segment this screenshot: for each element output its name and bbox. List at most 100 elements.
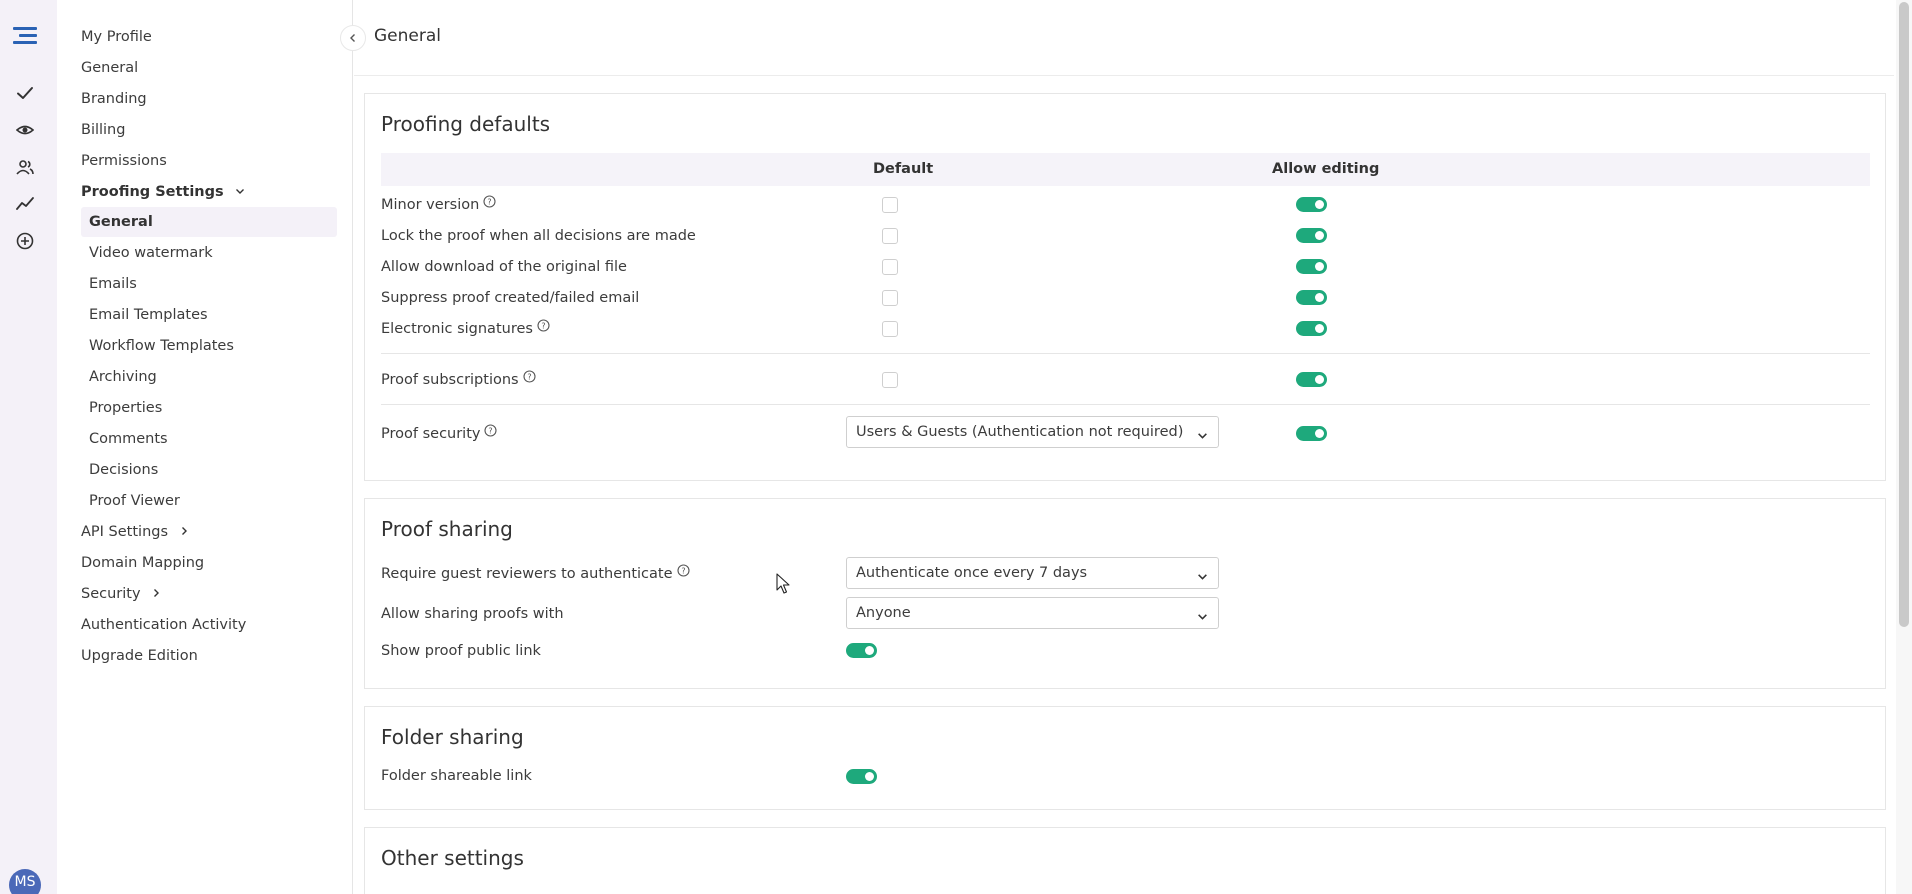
sidebar-subitem-comments[interactable]: Comments <box>81 424 337 454</box>
proof-security-select[interactable]: Users & Guests (Authentication not requi… <box>846 416 1219 448</box>
sidebar-item-api-settings[interactable]: API Settings <box>81 521 189 543</box>
row-label-text: Folder shareable link <box>381 768 532 784</box>
sidebar-item-security[interactable]: Security <box>81 583 161 605</box>
allow-editing-toggle-proof-subscriptions[interactable] <box>1296 372 1327 387</box>
row-label-text: Allow download of the original file <box>381 259 627 275</box>
other-settings-card: Other settings <box>364 827 1886 894</box>
sidebar-item-domain-mapping[interactable]: Domain Mapping <box>81 552 204 574</box>
sidebar-item-label: Upgrade Edition <box>81 648 198 664</box>
users-icon[interactable] <box>12 154 38 180</box>
scrollbar[interactable] <box>1896 0 1912 894</box>
default-checkbox-minor-version[interactable] <box>882 197 898 213</box>
allow-editing-toggle-proof-security[interactable] <box>1296 426 1327 441</box>
row-label-text: Allow sharing proofs with <box>381 606 564 622</box>
allow-editing-toggle-lock-proof[interactable] <box>1296 228 1327 243</box>
allow-editing-toggle-electronic-signatures[interactable] <box>1296 321 1327 336</box>
sidebar-item-label: Proofing Settings <box>81 184 224 200</box>
chevron-down-icon <box>1197 427 1208 445</box>
allow-editing-toggle-minor-version[interactable] <box>1296 197 1327 212</box>
folder-sharing-card: Folder sharing Folder shareable link <box>364 706 1886 810</box>
default-checkbox-suppress-email[interactable] <box>882 290 898 306</box>
guest-auth-select[interactable]: Authenticate once every 7 days <box>846 557 1219 589</box>
row-label-allow-download: Allow download of the original file <box>381 258 627 276</box>
plus-circle-icon[interactable] <box>12 228 38 254</box>
sidebar-subitem-label: Video watermark <box>89 245 213 261</box>
row-label-suppress-email: Suppress proof created/failed email <box>381 289 639 307</box>
svg-text:?: ? <box>541 322 545 331</box>
sidebar-item-authentication-activity[interactable]: Authentication Activity <box>81 614 246 636</box>
sidebar-subitem-emails[interactable]: Emails <box>81 269 337 299</box>
sidebar-subitem-label: Proof Viewer <box>89 493 180 509</box>
app-rail: MS <box>0 0 57 894</box>
sidebar-subitem-proof-viewer[interactable]: Proof Viewer <box>81 486 337 516</box>
sidebar-item-upgrade-edition[interactable]: Upgrade Edition <box>81 645 198 667</box>
avatar[interactable]: MS <box>9 869 41 894</box>
default-checkbox-allow-download[interactable] <box>882 259 898 275</box>
sidebar-subitem-decisions[interactable]: Decisions <box>81 455 337 485</box>
help-icon[interactable]: ? <box>523 370 536 388</box>
settings-sidebar: My Profile General Branding Billing Perm… <box>57 0 353 894</box>
sidebar-item-billing[interactable]: Billing <box>81 119 125 141</box>
sidebar-item-branding[interactable]: Branding <box>81 88 147 110</box>
default-checkbox-electronic-signatures[interactable] <box>882 321 898 337</box>
row-label-text: Suppress proof created/failed email <box>381 290 640 306</box>
row-label-text: Proof security <box>381 426 481 442</box>
sidebar-subitem-general[interactable]: General <box>81 207 337 237</box>
section-title: Other settings <box>381 846 524 870</box>
chevron-down-icon <box>1197 608 1208 626</box>
help-icon[interactable]: ? <box>484 424 498 442</box>
help-icon[interactable]: ? <box>676 564 690 582</box>
divider <box>381 353 1870 354</box>
row-label-electronic-signatures: Electronic signatures? <box>381 319 550 338</box>
select-value: Authenticate once every 7 days <box>856 565 1088 581</box>
check-icon[interactable] <box>12 80 38 106</box>
sidebar-item-proofing-settings[interactable]: Proofing Settings <box>81 181 245 203</box>
sidebar-item-label: Permissions <box>81 153 167 169</box>
sidebar-item-my-profile[interactable]: My Profile <box>81 26 152 48</box>
activity-icon[interactable] <box>12 191 38 217</box>
default-checkbox-proof-subscriptions[interactable] <box>882 372 898 388</box>
section-title: Folder sharing <box>381 725 524 749</box>
sidebar-subitem-email-templates[interactable]: Email Templates <box>81 300 337 330</box>
sidebar-item-label: Billing <box>81 122 126 138</box>
proofing-defaults-card: Proofing defaults Default Allow editing … <box>364 93 1886 481</box>
row-label-text: Electronic signatures <box>381 321 533 337</box>
show-public-link-toggle[interactable] <box>846 643 877 658</box>
folder-shareable-link-toggle[interactable] <box>846 769 877 784</box>
sidebar-subitem-workflow-templates[interactable]: Workflow Templates <box>81 331 337 361</box>
sidebar-item-label: Security <box>81 586 141 602</box>
allow-editing-toggle-suppress-email[interactable] <box>1296 290 1327 305</box>
section-title: Proofing defaults <box>381 112 551 136</box>
sidebar-item-permissions[interactable]: Permissions <box>81 150 167 172</box>
sidebar-subitem-properties[interactable]: Properties <box>81 393 337 423</box>
allow-sharing-select[interactable]: Anyone <box>846 597 1219 629</box>
row-label-show-public-link: Show proof public link <box>381 642 541 660</box>
sidebar-item-general[interactable]: General <box>81 57 138 79</box>
section-title: Proof sharing <box>381 517 513 541</box>
sidebar-item-label: Authentication Activity <box>81 617 247 633</box>
help-icon[interactable]: ? <box>483 195 496 213</box>
help-icon[interactable]: ? <box>537 319 550 337</box>
eye-icon[interactable] <box>12 117 38 143</box>
scrollbar-thumb[interactable] <box>1899 2 1909 627</box>
row-label-text: Proof subscriptions <box>381 372 519 388</box>
row-label-lock-proof: Lock the proof when all decisions are ma… <box>381 227 696 245</box>
row-label-require-guest-auth: Require guest reviewers to authenticate? <box>381 564 690 583</box>
row-label-text: Minor version <box>381 197 480 213</box>
mouse-cursor-icon <box>776 573 790 599</box>
svg-text:?: ? <box>488 198 492 207</box>
sidebar-item-label: Domain Mapping <box>81 555 205 571</box>
sidebar-subitem-video-watermark[interactable]: Video watermark <box>81 238 337 268</box>
chevron-down-icon <box>1197 568 1208 586</box>
chevron-left-icon <box>348 29 358 47</box>
allow-editing-toggle-allow-download[interactable] <box>1296 259 1327 274</box>
menu-icon[interactable] <box>12 24 38 50</box>
sidebar-subitem-label: Comments <box>89 431 168 447</box>
chevron-down-icon <box>235 181 245 203</box>
row-label-proof-subscriptions: Proof subscriptions? <box>381 370 536 389</box>
collapse-sidebar-button[interactable] <box>340 25 366 51</box>
sidebar-item-label: My Profile <box>81 29 152 45</box>
default-checkbox-lock-proof[interactable] <box>882 228 898 244</box>
sidebar-subitem-archiving[interactable]: Archiving <box>81 362 337 392</box>
column-header-allow-editing: Allow editing <box>1272 161 1380 177</box>
